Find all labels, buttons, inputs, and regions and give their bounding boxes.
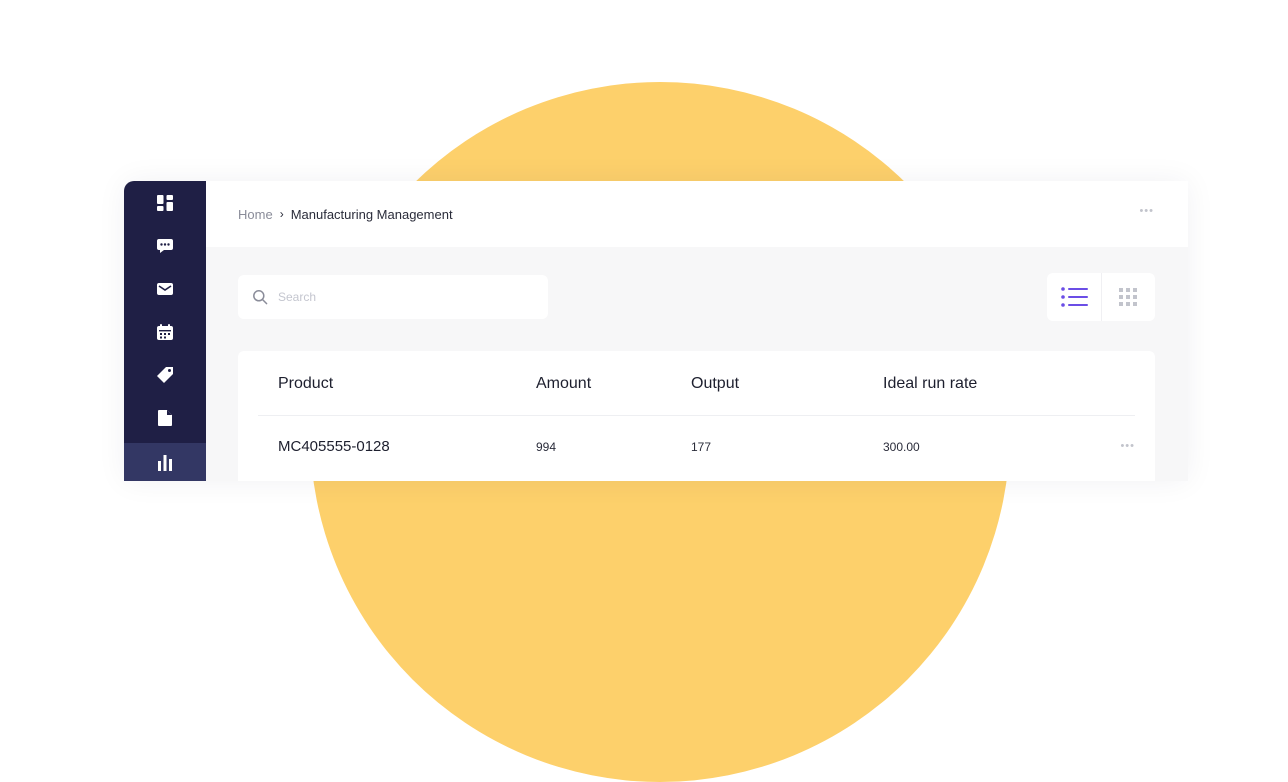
sidebar-item-mail[interactable] <box>124 269 206 309</box>
table-row[interactable]: MC405555-0128 994 177 300.00 ••• <box>238 416 1155 480</box>
cell-ideal-run-rate: 300.00 <box>883 440 920 454</box>
products-table: Product Amount Output Ideal run rate MC4… <box>238 351 1155 481</box>
row-more-options-button[interactable]: ••• <box>1120 440 1135 452</box>
cell-output: 177 <box>691 440 712 454</box>
column-header-output[interactable]: Output <box>691 375 739 393</box>
sidebar-item-calendar[interactable] <box>124 312 206 352</box>
table-header: Product Amount Output Ideal run rate <box>238 351 1155 415</box>
breadcrumb-home-link[interactable]: Home <box>238 207 273 222</box>
breadcrumb-current: Manufacturing Management <box>290 206 453 222</box>
sidebar-item-analytics[interactable] <box>124 443 206 481</box>
chat-icon <box>157 239 173 253</box>
search-input[interactable] <box>276 289 530 305</box>
cell-product: MC405555-0128 <box>278 438 390 455</box>
cell-amount: 994 <box>536 440 557 454</box>
mail-icon <box>157 283 173 295</box>
column-header-product[interactable]: Product <box>278 375 333 393</box>
column-header-amount[interactable]: Amount <box>536 375 591 393</box>
tag-icon <box>157 367 173 383</box>
calendar-icon <box>157 324 173 340</box>
grid-view-icon <box>1119 288 1138 306</box>
column-header-ideal-run-rate[interactable]: Ideal run rate <box>883 375 977 393</box>
list-view-button[interactable] <box>1047 273 1101 321</box>
sidebar-item-chat[interactable] <box>124 226 206 266</box>
dashboard-icon <box>157 195 173 211</box>
document-icon <box>158 410 172 426</box>
topbar: Home › Manufacturing Management ••• <box>206 181 1188 247</box>
sidebar-item-tags[interactable] <box>124 355 206 395</box>
main-content: Home › Manufacturing Management ••• Sear… <box>206 181 1188 481</box>
search-icon <box>253 290 268 305</box>
bar-chart-icon <box>158 455 172 471</box>
sidebar <box>124 181 206 481</box>
chevron-right-icon: › <box>279 207 284 221</box>
view-toggle <box>1047 273 1155 321</box>
grid-view-button[interactable] <box>1100 273 1156 321</box>
list-view-icon <box>1060 287 1088 307</box>
more-options-button[interactable]: ••• <box>1139 205 1154 217</box>
search-box <box>238 275 548 319</box>
app-window: Home › Manufacturing Management ••• Sear… <box>124 181 1188 481</box>
sidebar-item-documents[interactable] <box>124 398 206 438</box>
sidebar-item-dashboard[interactable] <box>124 183 206 223</box>
breadcrumb: Home › Manufacturing Management <box>238 207 453 222</box>
